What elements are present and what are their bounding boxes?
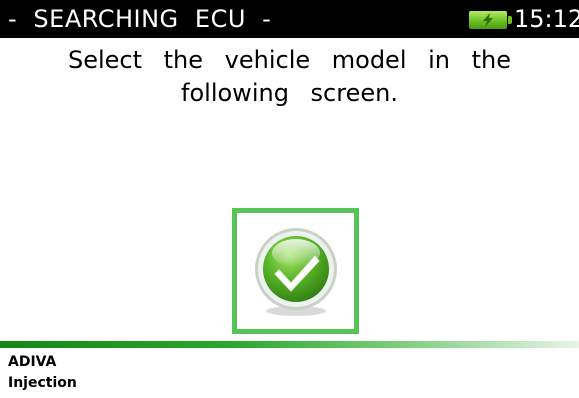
battery-charging-icon — [469, 11, 512, 29]
confirm-button[interactable] — [232, 208, 359, 334]
status-bar: - SEARCHING ECU - 15:12 — [0, 0, 579, 38]
screen-title: - SEARCHING ECU - — [8, 5, 272, 33]
instruction-message: Select the vehicle model in the followin… — [0, 44, 579, 110]
vehicle-brand: ADIVA — [8, 354, 57, 370]
instruction-line-1: Select the vehicle model in the — [67, 46, 512, 74]
separator-bar — [0, 341, 579, 348]
vehicle-info: ADIVA Injection — [8, 352, 77, 394]
instruction-line-2: following screen. — [181, 79, 398, 107]
checkmark-icon — [255, 228, 337, 316]
clock: 15:12 — [514, 5, 579, 33]
vehicle-system: Injection — [8, 375, 77, 391]
